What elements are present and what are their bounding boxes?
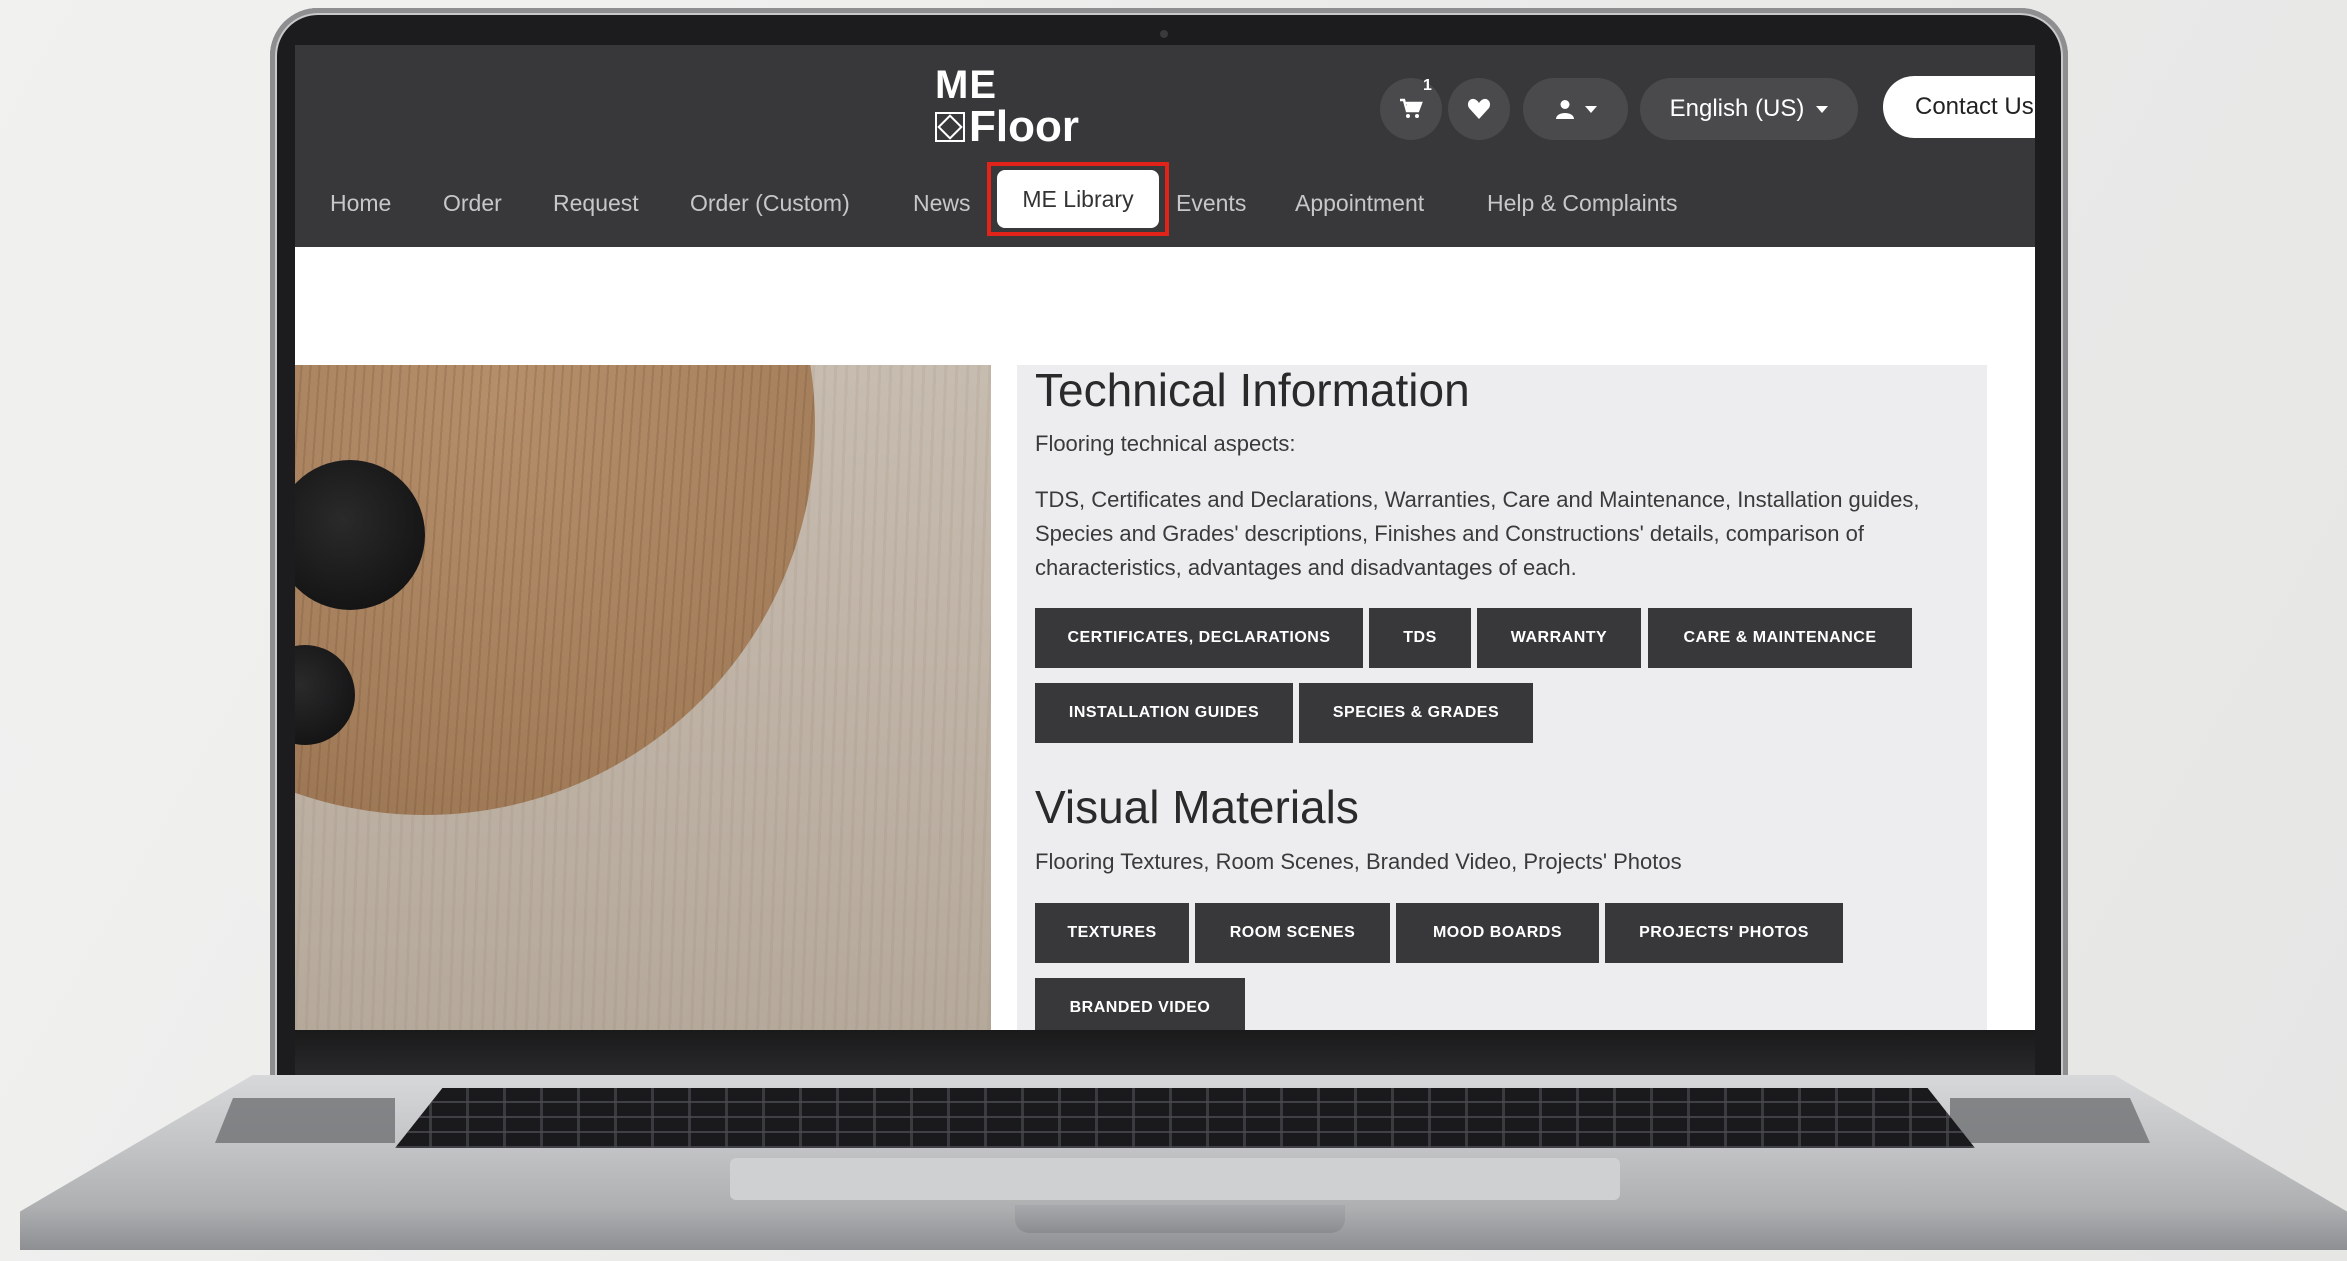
certificates-declarations-button[interactable]: CERTIFICATES, DECLARATIONS [1035,608,1363,668]
logo-text-me: ME [935,63,997,107]
installation-guides-button[interactable]: INSTALLATION GUIDES [1035,683,1293,743]
user-icon [1555,100,1574,119]
projects-photos-button[interactable]: PROJECTS' PHOTOS [1605,903,1843,963]
nav-news[interactable]: News [913,168,971,238]
nav-me-library[interactable]: ME Library [997,170,1159,228]
cart-button[interactable] [1380,78,1442,140]
right-speaker [1950,1098,2150,1143]
left-speaker [215,1098,395,1143]
cart-count-badge: 1 [1423,77,1432,94]
branded-video-button[interactable]: BRANDED VIDEO [1035,978,1245,1030]
account-menu-button[interactable] [1523,78,1628,140]
nav-order-custom[interactable]: Order (Custom) [690,168,850,238]
laptop-trackpad [730,1158,1620,1200]
heart-icon [1467,98,1491,119]
contact-us-label: Contact Us [1915,93,2034,120]
logo-mark-icon [935,112,965,142]
flooring-photo [295,365,991,1030]
laptop-bezel [295,1030,2035,1078]
nav-events[interactable]: Events [1176,168,1246,238]
site-logo[interactable]: ME Floor [935,65,1079,149]
language-label: English (US) [1669,95,1805,122]
nav-help-complaints[interactable]: Help & Complaints [1487,168,1677,238]
nav-appointment[interactable]: Appointment [1295,168,1424,238]
cart-icon [1400,98,1423,118]
mood-boards-button[interactable]: MOOD BOARDS [1396,903,1599,963]
technical-info-description: TDS, Certificates and Declarations, Warr… [1035,487,1920,580]
wishlist-button[interactable] [1448,78,1510,140]
nav-home[interactable]: Home [330,168,391,238]
technical-info-subtitle: Flooring technical aspects: [1035,431,1296,456]
laptop-notch [1015,1205,1345,1233]
technical-info-title: Technical Information [1035,364,1470,416]
keyboard-rows [395,1088,1975,1148]
site-header: ME Floor 1 English (US) Contact Us Home … [295,45,2035,247]
visual-materials-title: Visual Materials [1035,781,1359,833]
website-screen: ME Floor 1 English (US) Contact Us Home … [295,45,2035,1030]
care-maintenance-button[interactable]: CARE & MAINTENANCE [1648,608,1912,668]
tds-button[interactable]: TDS [1369,608,1471,668]
chevron-down-icon [1816,105,1829,113]
logo-row: Floor [935,105,1079,149]
language-select[interactable]: English (US) [1640,78,1858,140]
warranty-button[interactable]: WARRANTY [1477,608,1641,668]
laptop-camera [1160,30,1168,38]
chevron-down-icon [1584,105,1597,113]
room-scenes-button[interactable]: ROOM SCENES [1195,903,1390,963]
species-grades-button[interactable]: SPECIES & GRADES [1299,683,1533,743]
visual-materials-subtitle: Flooring Textures, Room Scenes, Branded … [1035,849,1682,874]
contact-us-button[interactable]: Contact Us [1883,76,2035,138]
nav-request[interactable]: Request [553,168,639,238]
nav-order[interactable]: Order [443,168,502,238]
logo-text-floor: Floor [969,102,1079,151]
textures-button[interactable]: TEXTURES [1035,903,1189,963]
